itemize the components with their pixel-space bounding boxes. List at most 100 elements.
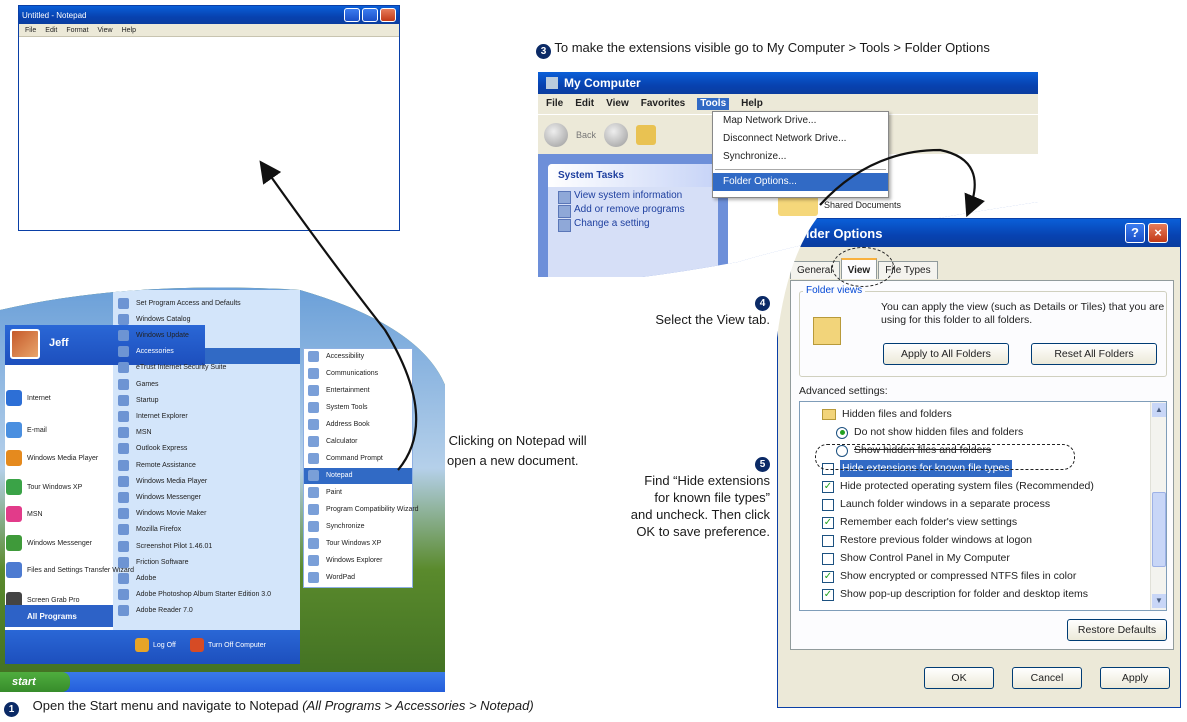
scroll-down-icon[interactable]: ▼ [1152,594,1166,608]
pinned-program[interactable]: E-mail [6,420,47,440]
setting-do-not-show-hidden[interactable]: Do not show hidden files and folders [836,424,1023,441]
program-item[interactable]: Windows Messenger [118,489,201,505]
system-tasks-header[interactable]: System Tasks [548,164,718,187]
menu-file[interactable]: File [25,26,36,34]
mc-menu-tools[interactable]: Tools [697,98,729,110]
setting-show-popup[interactable]: ✓ Show pop-up description for folder and… [822,586,1088,603]
menu-help[interactable]: Help [122,26,136,34]
radio-selected-icon[interactable] [836,427,848,439]
apply-to-all-folders-button[interactable]: Apply to All Folders [883,343,1009,365]
menu-view[interactable]: View [98,26,113,34]
back-label[interactable]: Back [576,130,596,140]
mc-menu-edit[interactable]: Edit [575,98,594,110]
program-item[interactable]: Adobe [118,570,156,586]
checkbox-checked-icon[interactable]: ✓ [822,589,834,601]
accessory-item[interactable]: Windows Explorer [308,552,382,569]
reset-all-folders-button[interactable]: Reset All Folders [1031,343,1157,365]
accessory-item[interactable]: Calculator [308,433,358,450]
accessory-item[interactable]: WordPad [308,569,355,586]
minimize-icon[interactable] [344,8,360,22]
accessory-item[interactable]: Entertainment [308,382,370,399]
setting-hide-protected[interactable]: ✓ Hide protected operating system files … [822,478,1094,495]
program-item[interactable]: eTrust Internet Security Suite [118,360,226,376]
accessory-item[interactable]: Communications [308,365,378,382]
close-icon[interactable] [380,8,396,22]
mc-menu-help[interactable]: Help [741,98,763,110]
mc-menu-favorites[interactable]: Favorites [641,98,685,110]
program-item[interactable]: Startup [118,392,159,408]
restore-defaults-button[interactable]: Restore Defaults [1067,619,1167,641]
accessory-item[interactable]: System Tools [308,399,368,416]
pinned-program[interactable]: Windows Messenger [6,533,92,553]
shared-documents-label[interactable]: Shared Documents [824,200,901,210]
checkbox-unchecked-icon[interactable] [822,499,834,511]
program-item[interactable]: Windows Media Player [118,473,207,489]
setting-restore-previous[interactable]: Restore previous folder windows at logon [822,532,1032,549]
setting-show-encrypted[interactable]: ✓ Show encrypted or compressed NTFS file… [822,568,1076,585]
task-view-system-info[interactable]: View system information [548,187,718,201]
program-item[interactable]: Remote Assistance [118,457,196,473]
up-folder-icon[interactable] [636,125,656,145]
program-item[interactable]: Windows Movie Maker [118,506,206,522]
menu-disconnect-network-drive[interactable]: Disconnect Network Drive... [713,130,888,148]
mc-menu-file[interactable]: File [546,98,563,110]
start-button[interactable]: start [0,672,70,692]
forward-icon[interactable] [604,123,628,147]
pinned-program[interactable]: Windows Media Player [6,448,98,468]
menu-map-network-drive[interactable]: Map Network Drive... [713,112,888,130]
task-add-remove-programs[interactable]: Add or remove programs [548,201,718,215]
pinned-program[interactable]: Internet [6,388,51,408]
program-item[interactable]: Outlook Express [118,441,187,457]
checkbox-unchecked-icon[interactable] [822,535,834,547]
program-item[interactable]: Windows Update [118,327,189,343]
close-icon[interactable]: × [1148,223,1168,243]
pinned-program[interactable]: Files and Settings Transfer Wizard [6,560,134,580]
accessory-item[interactable]: Notepad [308,467,352,484]
program-item[interactable]: MSN [118,425,152,441]
cancel-button[interactable]: Cancel [1012,667,1082,689]
menu-folder-options[interactable]: Folder Options... [713,173,888,191]
scroll-up-icon[interactable]: ▲ [1152,403,1166,417]
accessory-item[interactable]: Program Compatibility Wizard [308,501,419,518]
mc-menu-view[interactable]: View [606,98,629,110]
log-off-button[interactable]: Log Off [135,638,176,652]
program-item[interactable]: Internet Explorer [118,408,188,424]
menu-edit[interactable]: Edit [45,26,57,34]
notepad-text-area[interactable] [19,37,399,230]
checkbox-checked-icon[interactable]: ✓ [822,481,834,493]
program-item[interactable]: Games [118,376,159,392]
ok-button[interactable]: OK [924,667,994,689]
setting-remember-view[interactable]: ✓ Remember each folder's view settings [822,514,1017,531]
help-icon[interactable]: ? [1125,223,1145,243]
program-item[interactable]: Set Program Access and Defaults [118,295,241,311]
program-item[interactable]: Adobe Photoshop Album Starter Edition 3.… [118,587,271,603]
turn-off-button[interactable]: Turn Off Computer [190,638,266,652]
program-item[interactable]: Friction Software [118,554,189,570]
maximize-icon[interactable] [362,8,378,22]
menu-synchronize[interactable]: Synchronize... [713,148,888,166]
accessory-item[interactable]: Synchronize [308,518,365,535]
setting-show-control-panel[interactable]: Show Control Panel in My Computer [822,550,1010,567]
scroll-thumb[interactable] [1152,492,1166,567]
accessory-item[interactable]: Address Book [308,416,370,433]
program-item[interactable]: Screenshot Pilot 1.46.01 [118,538,212,554]
program-item[interactable]: Mozilla Firefox [118,522,181,538]
checkbox-unchecked-icon[interactable] [822,553,834,565]
checkbox-checked-icon[interactable]: ✓ [822,571,834,583]
settings-scrollbar[interactable]: ▲ ▼ [1150,402,1166,610]
program-item[interactable]: Windows Catalog [118,311,190,327]
pinned-program[interactable]: MSN [6,504,43,524]
setting-launch-separate[interactable]: Launch folder windows in a separate proc… [822,496,1050,513]
program-item[interactable]: Adobe Reader 7.0 [118,603,193,619]
menu-format[interactable]: Format [66,26,88,34]
apply-button[interactable]: Apply [1100,667,1170,689]
accessory-item[interactable]: Paint [308,484,342,501]
back-icon[interactable] [544,123,568,147]
all-programs-button[interactable]: All Programs [5,605,113,627]
program-item[interactable]: Accessories [118,344,174,360]
task-change-setting[interactable]: Change a setting [548,215,718,229]
pinned-program[interactable]: Tour Windows XP [6,477,82,497]
accessory-item[interactable]: Tour Windows XP [308,535,381,552]
accessory-item[interactable]: Accessibility [308,348,364,365]
checkbox-checked-icon[interactable]: ✓ [822,517,834,529]
